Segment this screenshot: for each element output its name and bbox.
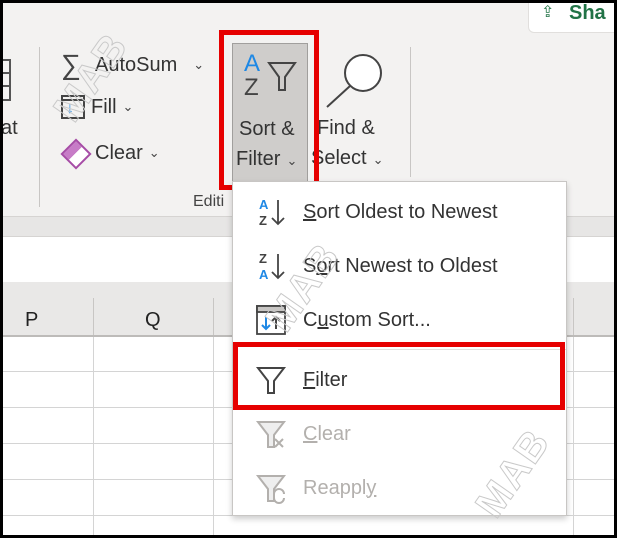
svg-text:A: A xyxy=(259,267,269,282)
find-select-label-1: Find & xyxy=(317,117,375,139)
menu-item-label: Custom Sort... xyxy=(303,308,431,331)
column-header-q[interactable]: Q xyxy=(145,309,161,332)
find-select-label-2: Select ⌄ xyxy=(311,147,384,169)
menu-item-sort-oldest-to-newest[interactable]: A Z Sort Oldest to Newest xyxy=(233,186,566,238)
sort-az-icon-z: Z xyxy=(244,74,259,101)
menu-item-custom-sort[interactable]: Custom Sort... xyxy=(233,294,566,346)
group-divider xyxy=(410,47,411,177)
reapply-filter-icon xyxy=(255,475,287,504)
menu-item-filter[interactable]: Filter xyxy=(233,354,566,406)
custom-sort-icon xyxy=(256,305,286,335)
chevron-down-icon: ⌄ xyxy=(122,99,134,114)
autosum-label: AutoSum xyxy=(95,53,178,76)
funnel-icon xyxy=(267,62,297,91)
magnifier-icon xyxy=(326,54,382,108)
menu-item-label: Sort Oldest to Newest xyxy=(303,200,498,223)
sort-ascending-icon: A Z xyxy=(259,197,285,228)
format-button-label[interactable]: at xyxy=(3,117,18,140)
svg-text:A: A xyxy=(259,197,269,212)
column-divider[interactable] xyxy=(213,298,214,335)
sigma-icon: ∑ xyxy=(61,49,81,80)
menu-item-label: Filter xyxy=(303,368,348,391)
menu-item-label: Clear xyxy=(303,422,351,445)
menu-item-sort-newest-to-oldest[interactable]: Z A Sort Newest to Oldest xyxy=(233,240,566,292)
clear-label: Clear xyxy=(95,141,143,164)
column-divider[interactable] xyxy=(93,298,94,335)
format-icon[interactable] xyxy=(3,59,11,101)
share-button[interactable]: ⇪ Sha xyxy=(528,3,614,33)
column-divider[interactable] xyxy=(573,298,574,335)
share-icon: ⇪ xyxy=(541,4,555,21)
sort-filter-menu: A Z Sort Oldest to Newest Z A Sort Newes… xyxy=(232,181,567,516)
excel-window: ⇪ Sha at ∑ AutoSum ⌄ ↓ Fill ⌄ Clear ⌄ A … xyxy=(3,3,614,535)
menu-item-clear: Clear xyxy=(233,408,566,460)
sort-filter-label-2: Filter ⌄ xyxy=(236,148,298,170)
filter-icon xyxy=(255,367,287,394)
autosum-button[interactable]: ∑ AutoSum ⌄ xyxy=(61,51,204,79)
svg-text:Z: Z xyxy=(259,213,267,228)
menu-item-label: Sort Newest to Oldest xyxy=(303,254,498,277)
sort-filter-label-1: Sort & xyxy=(239,118,295,140)
group-divider xyxy=(39,47,40,207)
fill-button[interactable]: ↓ Fill ⌄ xyxy=(61,95,133,119)
fill-down-icon: ↓ xyxy=(61,95,85,119)
fill-label: Fill xyxy=(91,95,117,118)
clear-filter-icon xyxy=(255,421,287,448)
chevron-down-icon[interactable]: ⌄ xyxy=(193,57,204,73)
column-header-p[interactable]: P xyxy=(25,309,38,332)
sort-filter-button[interactable]: A Z Sort & Filter ⌄ xyxy=(232,43,308,183)
editing-group-label: Editi xyxy=(193,193,225,210)
share-label: Sha xyxy=(569,3,606,24)
menu-separator xyxy=(298,349,566,350)
menu-item-label: Reapply xyxy=(303,476,377,499)
sort-descending-icon: Z A xyxy=(259,251,285,282)
svg-text:Z: Z xyxy=(259,251,267,266)
clear-button[interactable]: Clear ⌄ xyxy=(60,138,160,170)
chevron-down-icon: ⌄ xyxy=(148,145,160,160)
menu-item-reapply: Reapply xyxy=(233,462,566,514)
find-select-button[interactable]: Find & Select ⌄ xyxy=(311,43,401,183)
eraser-icon xyxy=(60,138,92,170)
